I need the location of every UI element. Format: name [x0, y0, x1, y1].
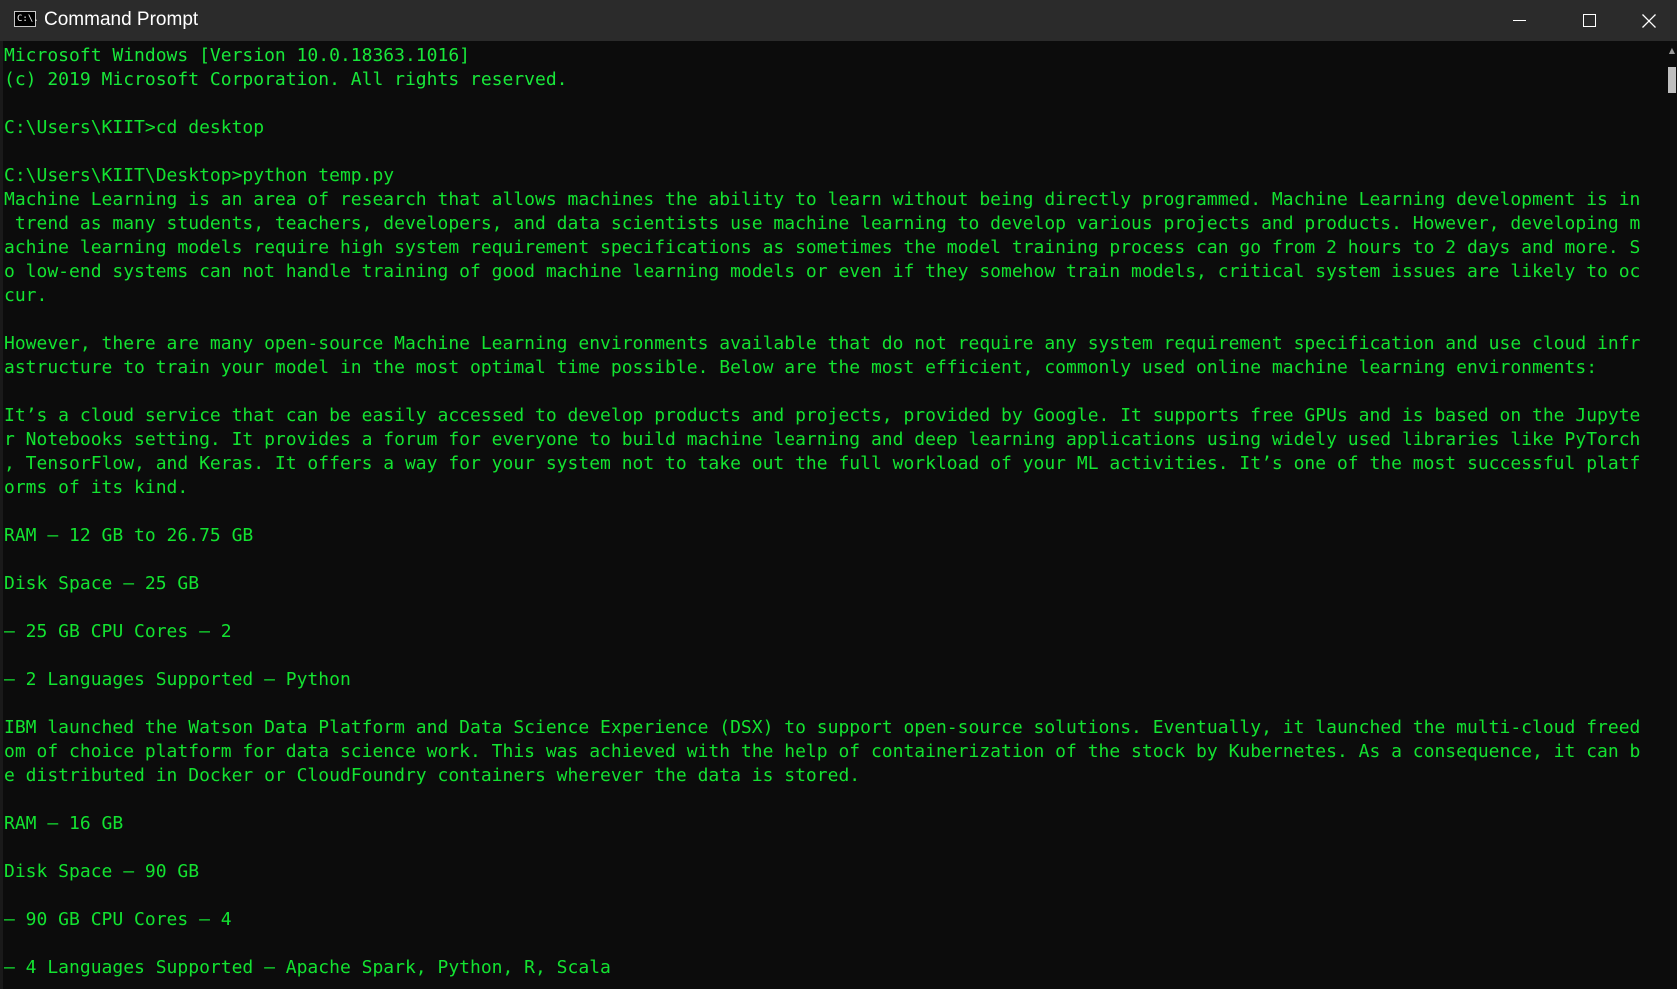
cmd-app-icon[interactable]: C:\.	[14, 11, 39, 27]
close-button[interactable]	[1620, 0, 1677, 41]
console-line: RAM – 16 GB	[4, 813, 124, 834]
console-line: Microsoft Windows [Version 10.0.18363.10…	[4, 45, 470, 66]
console-line: orms of its kind.	[4, 477, 189, 498]
console-line: – 25 GB CPU Cores – 2	[4, 621, 232, 642]
console-line: om of choice platform for data science w…	[4, 741, 1641, 762]
console-line: achine learning models require high syst…	[4, 237, 1641, 258]
console-line: astructure to train your model in the mo…	[4, 357, 1598, 378]
minimize-button[interactable]	[1484, 0, 1554, 41]
window-title: Command Prompt	[44, 9, 199, 30]
console-line: , TensorFlow, and Keras. It offers a way…	[4, 453, 1641, 474]
title-bar[interactable]: C:\. Command Prompt	[0, 0, 1677, 41]
console-line: Disk Space – 90 GB	[4, 861, 200, 882]
console-line: It’s a cloud service that can be easily …	[4, 405, 1641, 426]
command-prompt-window: C:\. Command Prompt Microsoft Windows [V…	[0, 0, 1677, 989]
console-line: – 2 Languages Supported – Python	[4, 669, 351, 690]
maximize-button[interactable]	[1554, 0, 1624, 41]
console-line: IBM launched the Watson Data Platform an…	[4, 717, 1641, 738]
console-line: C:\Users\KIIT>cd desktop	[4, 117, 265, 138]
scroll-thumb[interactable]	[1668, 67, 1676, 93]
console-line: trend as many students, teachers, develo…	[4, 213, 1641, 234]
console-line: (c) 2019 Microsoft Corporation. All righ…	[4, 69, 568, 90]
maximize-icon	[1582, 14, 1596, 27]
console-output[interactable]: Microsoft Windows [Version 10.0.18363.10…	[0, 41, 1667, 989]
console-line: o low-end systems can not handle trainin…	[4, 261, 1641, 282]
scroll-up-arrow-icon[interactable]: ▲	[1667, 45, 1677, 57]
vertical-scrollbar[interactable]: ▲	[1667, 41, 1677, 989]
console-line: C:\Users\KIIT\Desktop>python temp.py	[4, 165, 395, 186]
console-text-area[interactable]: Microsoft Windows [Version 10.0.18363.10…	[4, 44, 1666, 980]
close-icon	[1641, 13, 1656, 28]
minimize-icon	[1512, 20, 1526, 21]
console-line: RAM – 12 GB to 26.75 GB	[4, 525, 254, 546]
console-line: – 90 GB CPU Cores – 4	[4, 909, 232, 930]
console-line: cur.	[4, 285, 48, 306]
console-line: However, there are many open-source Mach…	[4, 333, 1641, 354]
console-line: e distributed in Docker or CloudFoundry …	[4, 765, 861, 786]
console-line: – 4 Languages Supported – Apache Spark, …	[4, 957, 611, 978]
console-line: r Notebooks setting. It provides a forum…	[4, 429, 1641, 450]
console-line: Machine Learning is an area of research …	[4, 189, 1641, 210]
console-line: Disk Space – 25 GB	[4, 573, 200, 594]
